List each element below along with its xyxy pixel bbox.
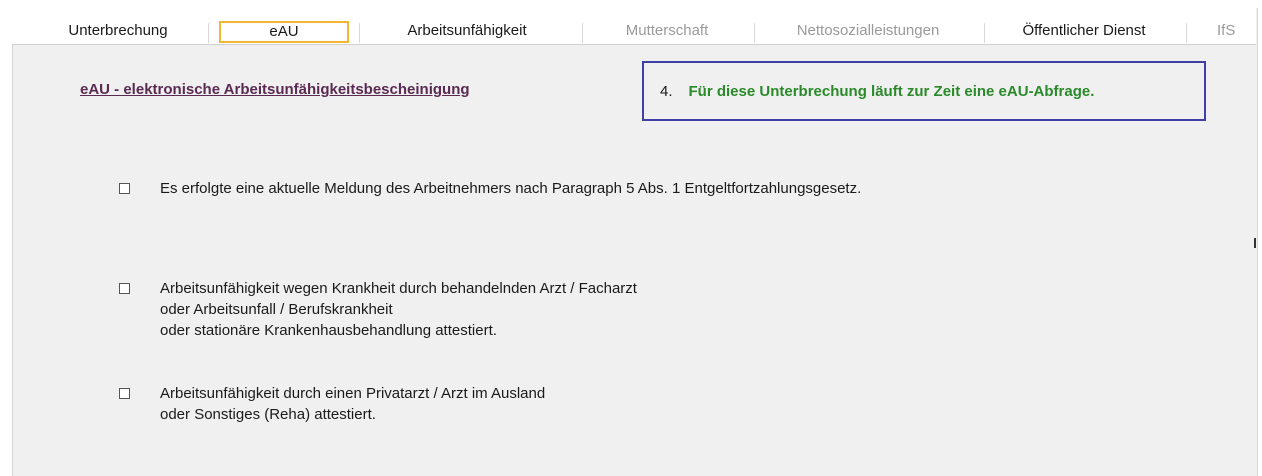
option-krankheit-checkbox[interactable] <box>119 283 130 294</box>
tab-separator <box>754 23 755 43</box>
tab-oeffentlicher-dienst[interactable]: Öffentlicher Dienst <box>990 21 1178 43</box>
tab-arbeitsunfaehigkeit[interactable]: Arbeitsunfähigkeit <box>362 21 572 43</box>
option-privatarzt-label: Arbeitsunfähigkeit durch einen Privatarz… <box>160 383 545 425</box>
tab-separator <box>359 23 360 43</box>
tab-ifs[interactable]: IfS <box>1217 21 1256 43</box>
section-title: eAU - elektronische Arbeitsunfähigkeitsb… <box>80 81 470 98</box>
option-line: Arbeitsunfähigkeit durch einen Privatarz… <box>160 385 546 402</box>
notice-number: 4. <box>660 82 673 100</box>
tab-nettosozialleistungen[interactable]: Nettosozialleistungen <box>760 21 976 43</box>
eau-status-notice: 4. Für diese Unterbrechung läuft zur Zei… <box>642 61 1206 121</box>
notice-message: Für diese Unterbrechung läuft zur Zeit e… <box>688 82 1095 100</box>
option-line: Arbeitsunfähigkeit wegen Krankheit durch… <box>160 280 637 297</box>
option-line: oder stationäre Krankenhausbehandlung at… <box>160 322 497 339</box>
scroll-marker <box>1254 238 1256 248</box>
tab-separator <box>984 23 985 43</box>
option-privatarzt-checkbox[interactable] <box>119 388 130 399</box>
option-meldung-checkbox[interactable] <box>119 183 130 194</box>
tab-separator <box>1186 23 1187 43</box>
option-line: oder Sonstiges (Reha) attestiert. <box>160 406 376 423</box>
tab-separator <box>582 23 583 43</box>
option-line: oder Arbeitsunfall / Berufskrankheit <box>160 301 393 318</box>
tab-unterbrechung[interactable]: Unterbrechung <box>38 21 198 43</box>
tab-separator <box>208 23 209 43</box>
option-krankheit-label: Arbeitsunfähigkeit wegen Krankheit durch… <box>160 278 637 341</box>
tab-mutterschaft[interactable]: Mutterschaft <box>587 21 747 43</box>
option-line: Es erfolgte eine aktuelle Meldung des Ar… <box>160 180 862 197</box>
tab-bar: Unterbrechung eAU Arbeitsunfähigkeit Mut… <box>12 8 1256 45</box>
option-meldung-label: Es erfolgte eine aktuelle Meldung des Ar… <box>160 178 861 199</box>
tab-eau[interactable]: eAU <box>219 21 349 43</box>
